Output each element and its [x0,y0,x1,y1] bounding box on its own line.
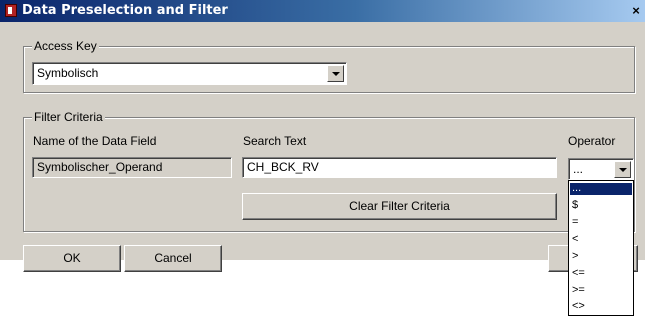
title-bar[interactable]: Data Preselection and Filter × [0,0,645,22]
access-key-legend: Access Key [32,39,99,53]
operator-header: Operator [568,134,616,148]
filter-criteria-legend: Filter Criteria [32,110,105,124]
cancel-button[interactable]: Cancel [124,245,222,272]
chevron-down-icon[interactable] [327,65,344,82]
operator-option[interactable]: < [572,234,630,246]
operator-option[interactable]: > [572,251,630,263]
operator-option[interactable]: $ [572,200,630,212]
search-text-header: Search Text [243,134,307,148]
chevron-down-icon[interactable] [614,161,631,178]
operator-value: ... [573,162,584,176]
dialog-window: Data Preselection and Filter × Access Ke… [0,0,645,272]
operator-select[interactable]: ... [568,158,634,180]
search-text-input[interactable]: CH_BCK_RV [242,157,557,178]
window-title: Data Preselection and Filter [22,3,228,18]
operator-option[interactable]: = [572,217,630,229]
operator-option[interactable]: ... [570,183,632,195]
data-field-name-header: Name of the Data Field [33,134,157,148]
access-key-value: Symbolisch [37,66,99,80]
access-key-select[interactable]: Symbolisch [32,62,347,85]
operator-option[interactable]: <> [572,301,630,313]
clear-filter-button[interactable]: Clear Filter Criteria [242,193,557,220]
operator-option[interactable]: <= [572,268,630,280]
ok-label: OK [63,251,81,265]
cancel-label: Cancel [154,251,192,265]
ok-button[interactable]: OK [23,245,121,272]
data-field-name: Symbolischer_Operand [32,157,232,178]
clear-filter-label: Clear Filter Criteria [349,199,450,213]
app-icon [5,4,17,17]
operator-dropdown-list[interactable]: ... $ = < > <= >= <> [568,180,634,316]
operator-option[interactable]: >= [572,285,630,297]
close-icon[interactable]: × [628,3,644,18]
